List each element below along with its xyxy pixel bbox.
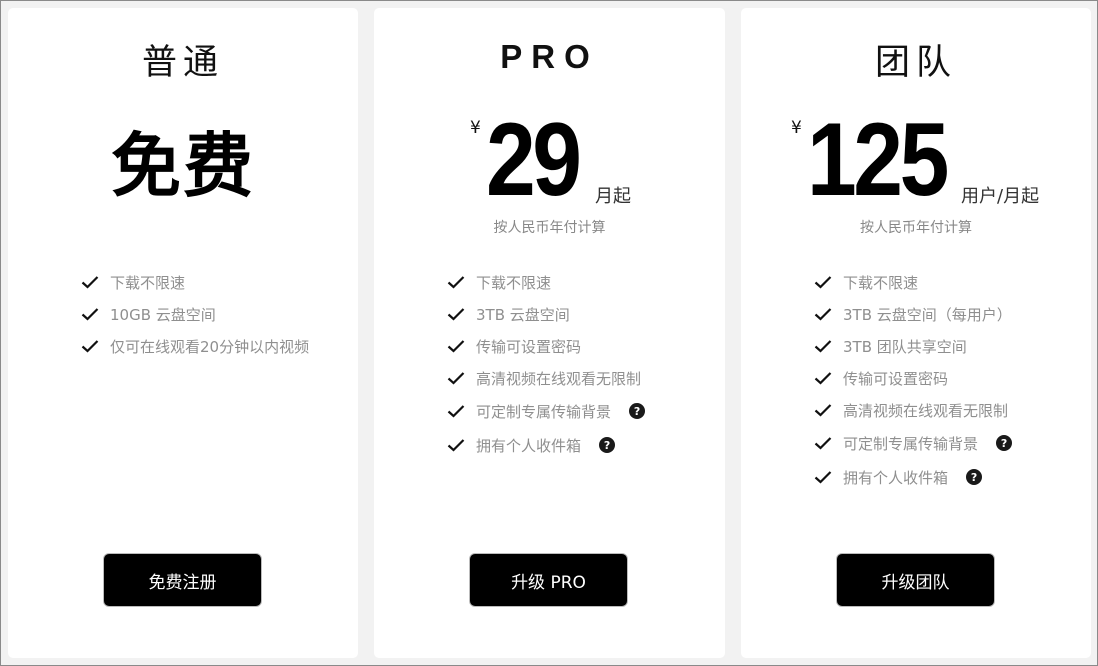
feature-item: 下载不限速 <box>81 266 309 298</box>
feature-label: 3TB 云盘空间 <box>476 305 570 324</box>
question-circle-icon[interactable]: ? <box>966 469 983 485</box>
currency-symbol: ¥ <box>470 118 481 138</box>
feature-label: 拥有个人收件箱 <box>476 436 582 455</box>
feature-list: 下载不限速 3TB 云盘空间（每用户） 3TB 团队共享空间 传输可设置密码 高… <box>814 266 1013 494</box>
feature-item: 仅可在线观看20分钟以内视频 <box>81 330 309 362</box>
plan-price: 免费 <box>111 125 255 207</box>
feature-label: 下载不限速 <box>843 273 919 292</box>
feature-label: 高清视频在线观看无限制 <box>843 401 1009 420</box>
feature-item: 传输可设置密码 <box>814 362 1012 394</box>
question-circle-icon[interactable]: ? <box>599 437 616 453</box>
feature-item: 可定制专属传输背景 ? <box>814 426 1013 460</box>
price-amount: 29 <box>486 102 582 218</box>
feature-item: 下载不限速 <box>814 266 1012 298</box>
feature-item: 拥有个人收件箱 ? <box>447 428 645 462</box>
feature-list: 下载不限速 10GB 云盘空间 仅可在线观看20分钟以内视频 <box>81 266 309 362</box>
check-icon <box>447 372 465 385</box>
plan-card-free: 普通 免费 下载不限速 10GB 云盘空间 仅可在线观看20分钟以内视频 免费注… <box>8 8 358 658</box>
upgrade-team-button[interactable]: 升级团队 <box>836 553 995 607</box>
check-icon <box>814 437 832 450</box>
feature-label: 拥有个人收件箱 <box>843 468 949 487</box>
plan-price: ¥ 125 用户/月起 <box>791 108 1091 218</box>
feature-label: 高清视频在线观看无限制 <box>476 369 642 388</box>
price-amount: 125 <box>807 102 949 218</box>
feature-item: 3TB 团队共享空间 <box>814 330 1012 362</box>
feature-item: 可定制专属传输背景 ? <box>447 394 646 428</box>
feature-item: 高清视频在线观看无限制 <box>447 362 645 394</box>
check-icon <box>447 439 465 452</box>
feature-list: 下载不限速 3TB 云盘空间 传输可设置密码 高清视频在线观看无限制 可定制专属… <box>447 266 646 462</box>
feature-label: 可定制专属传输背景 <box>843 434 979 453</box>
check-icon <box>814 471 832 484</box>
check-icon <box>447 405 465 418</box>
upgrade-pro-button[interactable]: 升级 PRO <box>469 553 628 607</box>
plan-title: PRO <box>500 38 599 75</box>
plan-card-pro: PRO ¥ 29 月起 按人民币年付计算 下载不限速 3TB 云盘空间 传输可设… <box>374 8 725 658</box>
check-icon <box>447 340 465 353</box>
currency-symbol: ¥ <box>791 118 802 138</box>
billing-note: 按人民币年付计算 <box>493 220 606 236</box>
question-circle-icon[interactable]: ? <box>629 403 646 419</box>
feature-label: 仅可在线观看20分钟以内视频 <box>110 337 310 356</box>
feature-item: 拥有个人收件箱 ? <box>814 460 1012 494</box>
feature-label: 下载不限速 <box>476 273 552 292</box>
feature-item: 传输可设置密码 <box>447 330 645 362</box>
check-icon <box>81 276 99 289</box>
plan-price: ¥ 29 月起 <box>470 108 670 218</box>
signup-free-button[interactable]: 免费注册 <box>103 553 262 607</box>
question-circle-icon[interactable]: ? <box>996 435 1013 451</box>
feature-label: 3TB 云盘空间（每用户） <box>843 305 1012 324</box>
check-icon <box>814 340 832 353</box>
check-icon <box>814 404 832 417</box>
price-unit: 月起 <box>595 186 631 207</box>
feature-label: 下载不限速 <box>110 273 186 292</box>
check-icon <box>814 276 832 289</box>
feature-item: 高清视频在线观看无限制 <box>814 394 1012 426</box>
check-icon <box>814 372 832 385</box>
check-icon <box>81 340 99 353</box>
feature-label: 传输可设置密码 <box>476 337 582 356</box>
check-icon <box>447 276 465 289</box>
check-icon <box>447 308 465 321</box>
price-unit: 用户/月起 <box>961 186 1040 207</box>
plan-title: 团队 <box>874 43 957 83</box>
billing-note: 按人民币年付计算 <box>860 220 972 236</box>
feature-label: 10GB 云盘空间 <box>110 305 216 324</box>
feature-item: 10GB 云盘空间 <box>81 298 309 330</box>
plan-card-team: 团队 ¥ 125 用户/月起 按人民币年付计算 下载不限速 3TB 云盘空间（每… <box>741 8 1091 658</box>
plan-title: 普通 <box>141 43 224 83</box>
feature-label: 可定制专属传输背景 <box>476 402 612 421</box>
feature-label: 3TB 团队共享空间 <box>843 337 967 356</box>
feature-label: 传输可设置密码 <box>843 369 949 388</box>
feature-item: 3TB 云盘空间 <box>447 298 645 330</box>
feature-item: 下载不限速 <box>447 266 645 298</box>
check-icon <box>81 308 99 321</box>
check-icon <box>814 308 832 321</box>
feature-item: 3TB 云盘空间（每用户） <box>814 298 1012 330</box>
